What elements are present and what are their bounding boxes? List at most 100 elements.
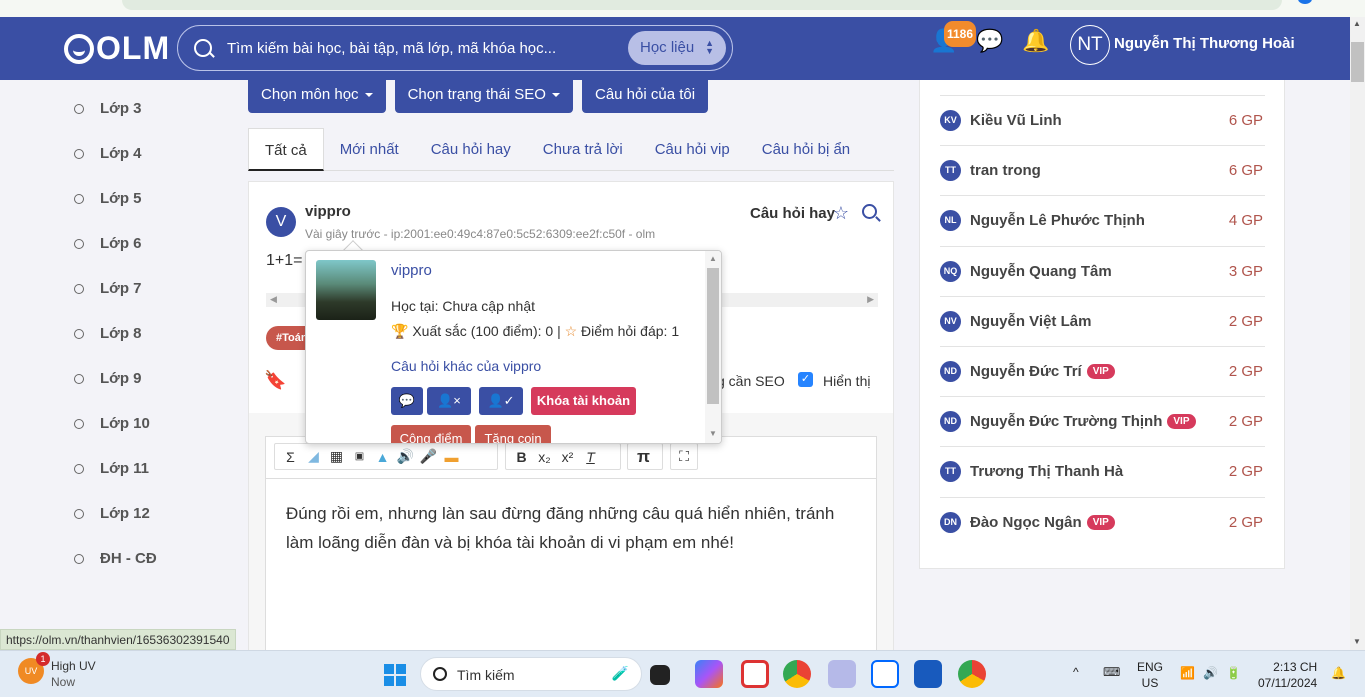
leaderboard-user-name[interactable]: Trương Thị Thanh Hà	[970, 463, 1123, 480]
tab-vip[interactable]: Câu hỏi vip	[639, 128, 746, 171]
messages-button[interactable]: 💬	[976, 29, 1003, 53]
leaderboard-row[interactable]: TT Trương Thị Thanh Hà 2 GP	[940, 446, 1265, 496]
scroll-left-icon[interactable]: ◀	[270, 294, 277, 305]
microphone-icon[interactable]: 🎤	[417, 448, 440, 465]
tab-hidden[interactable]: Câu hỏi bị ẩn	[746, 128, 866, 171]
task-view-icon[interactable]	[650, 665, 670, 685]
my-questions-button[interactable]: Câu hỏi của tôi	[581, 77, 709, 113]
search-icon[interactable]	[862, 204, 877, 219]
sidebar-item-grade[interactable]: Lớp 5	[74, 190, 142, 207]
leaderboard-row[interactable]: KV Kiều Vũ Linh 6 GP	[940, 95, 1265, 145]
author-avatar[interactable]: V	[266, 207, 296, 237]
volume-icon[interactable]: 🔊	[1203, 665, 1218, 681]
sidebar-item-grade[interactable]: Lớp 4	[74, 145, 142, 162]
word-icon[interactable]	[914, 660, 942, 688]
windows-start-icon[interactable]	[384, 664, 406, 686]
zalo-icon[interactable]	[871, 660, 899, 688]
popup-scroll-thumb[interactable]	[707, 268, 719, 404]
leaderboard-user-name[interactable]: Nguyễn Đức Trí	[970, 363, 1082, 380]
youtube-icon[interactable]: ▣	[348, 451, 371, 462]
scroll-right-icon[interactable]: ▶	[867, 294, 874, 305]
leaderboard-user-name[interactable]: Kiều Vũ Linh	[970, 112, 1062, 129]
message-user-button[interactable]: 💬	[391, 387, 423, 415]
clear-format-icon[interactable]: T	[579, 449, 602, 465]
sidebar-item-grade[interactable]: Lớp 9	[74, 370, 142, 387]
scroll-down-icon[interactable]: ▼	[1353, 637, 1361, 646]
give-coin-button[interactable]: Tặng coin	[475, 425, 551, 443]
leaderboard-user-name[interactable]: Nguyễn Việt Lâm	[970, 313, 1091, 330]
snipping-tool-icon[interactable]	[741, 660, 769, 688]
olm-logo[interactable]: OLM	[64, 30, 170, 67]
sidebar-item-grade[interactable]: Lớp 3	[74, 100, 142, 117]
fullscreen-icon[interactable]: ⛶	[675, 448, 693, 465]
subscript-icon[interactable]: x₂	[533, 449, 556, 465]
notifications-button[interactable]: 🔔	[1022, 29, 1049, 53]
add-points-button[interactable]: Cộng điểm	[391, 425, 471, 443]
image-upload-icon[interactable]: ▲	[371, 449, 394, 465]
bookmark-icon[interactable]: 🔖	[264, 370, 286, 391]
user-name[interactable]: Nguyễn Thị Thương Hoài	[1114, 35, 1295, 52]
bold-icon[interactable]: B	[510, 449, 533, 465]
sigma-icon[interactable]: Σ	[279, 449, 302, 465]
sidebar-item-grade[interactable]: Lớp 8	[74, 325, 142, 342]
leaderboard-row[interactable]: DN Đào Ngọc Ngân VIP 2 GP	[940, 496, 1265, 547]
search-icon[interactable]	[194, 39, 212, 57]
show-checkbox[interactable]: ✓	[798, 372, 813, 387]
star-icon[interactable]: ☆	[833, 203, 849, 224]
friends-button[interactable]: 👤1186	[930, 21, 977, 53]
pi-icon[interactable]: π	[632, 447, 655, 467]
leaderboard-row[interactable]: ND Nguyễn Đức Trường Thịnh VIP 2 GP	[940, 396, 1265, 446]
chrome-profile-icon[interactable]	[783, 660, 811, 688]
author-name[interactable]: vippro	[305, 203, 351, 220]
add-friend-button[interactable]: 👤✓	[479, 387, 523, 415]
leaderboard-row[interactable]: NQ Nguyễn Quang Tâm 3 GP	[940, 245, 1265, 296]
battery-icon[interactable]: 🔋	[1226, 665, 1241, 681]
tab-good-questions[interactable]: Câu hỏi hay	[415, 128, 527, 171]
tab-newest[interactable]: Mới nhất	[324, 128, 415, 171]
search-input[interactable]	[227, 39, 617, 57]
superscript-icon[interactable]: x²	[556, 449, 579, 465]
page-scrollbar[interactable]: ▲ ▼	[1350, 17, 1365, 650]
weather-widget[interactable]: UV 1 High UV Now	[18, 652, 96, 690]
sidebar-item-grade[interactable]: Lớp 11	[74, 460, 149, 477]
other-questions-link[interactable]: Câu hỏi khác của vippro	[391, 358, 541, 374]
sidebar-item-grade[interactable]: Lớp 12	[74, 505, 150, 522]
leaderboard-row[interactable]: NV Nguyễn Việt Lâm 2 GP	[940, 295, 1265, 346]
media-icon[interactable]: ▬	[440, 449, 463, 465]
sidebar-item-grade[interactable]: ĐH - CĐ	[74, 550, 157, 567]
sidebar-item-grade[interactable]: Lớp 10	[74, 415, 150, 432]
address-bar[interactable]	[122, 0, 1282, 10]
user-avatar[interactable]: NT	[1070, 25, 1110, 65]
shape-icon[interactable]: ◢	[302, 448, 325, 465]
search-scope-select[interactable]: Học liệu ▲ ▼	[628, 31, 726, 65]
scroll-up-icon[interactable]: ▲	[1353, 19, 1361, 28]
clock[interactable]: 2:13 CH 07/11/2024	[1258, 659, 1317, 691]
language-indicator[interactable]: ENG US	[1137, 659, 1163, 691]
leaderboard-user-name[interactable]: Nguyễn Quang Tâm	[970, 263, 1112, 280]
leaderboard-user-name[interactable]: Đào Ngọc Ngân	[970, 514, 1082, 531]
keyboard-icon[interactable]: ⌨	[1103, 664, 1120, 680]
leaderboard-row[interactable]: TT tran trong 6 GP	[940, 145, 1265, 195]
tab-all[interactable]: Tất cả	[248, 128, 324, 171]
chrome-active-icon[interactable]	[958, 660, 986, 688]
leaderboard-row[interactable]: NL Nguyễn Lê Phước Thịnh 4 GP	[940, 195, 1265, 245]
tab-unanswered[interactable]: Chưa trả lời	[527, 128, 639, 171]
editor-content[interactable]: Đúng rồi em, nhưng làn sau đừng đăng nhữ…	[286, 499, 856, 557]
sidebar-item-grade[interactable]: Lớp 6	[74, 235, 142, 252]
wifi-icon[interactable]: 📶	[1180, 665, 1195, 681]
scroll-up-icon[interactable]: ▲	[709, 254, 717, 263]
leaderboard-row[interactable]: ND Nguyễn Đức Trí VIP 2 GP	[940, 346, 1265, 396]
leaderboard-user-name[interactable]: tran trong	[970, 162, 1041, 179]
scroll-down-icon[interactable]: ▼	[709, 429, 717, 438]
profile-picture[interactable]	[316, 260, 376, 320]
notification-center-icon[interactable]: 🔔	[1331, 665, 1346, 681]
popup-scrollbar[interactable]: ▲ ▼	[705, 251, 721, 443]
copilot-icon[interactable]	[695, 660, 723, 688]
leaderboard-user-name[interactable]: Nguyễn Lê Phước Thịnh	[970, 212, 1145, 229]
page-scroll-thumb[interactable]	[1351, 42, 1364, 82]
audio-icon[interactable]: 🔊	[394, 448, 417, 465]
lock-account-button[interactable]: Khóa tài khoản	[531, 387, 636, 415]
seo-status-dropdown[interactable]: Chọn trạng thái SEO	[394, 77, 573, 113]
leaderboard-user-name[interactable]: Nguyễn Đức Trường Thịnh	[970, 413, 1162, 430]
tray-overflow-icon[interactable]: ^	[1073, 664, 1079, 680]
